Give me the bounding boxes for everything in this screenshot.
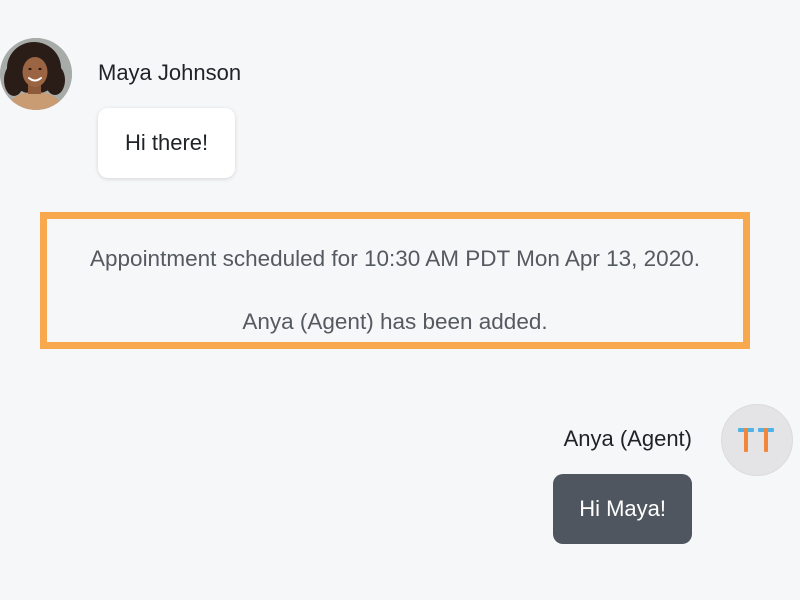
- user-photo-avatar-icon: [0, 38, 72, 110]
- message-bubble-incoming: Hi there!: [98, 108, 236, 178]
- agent-added-text: Anya (Agent) has been added.: [242, 309, 548, 334]
- message-text: Hi there!: [125, 130, 209, 155]
- avatar-maya: [0, 38, 72, 110]
- tt-logo-icon: [738, 428, 774, 452]
- sender-name-agent: Anya (Agent): [563, 426, 692, 451]
- message-text: Hi Maya!: [579, 496, 666, 521]
- avatar-agent: [721, 404, 793, 476]
- sender-name-maya: Maya Johnson: [98, 60, 242, 85]
- message-bubble-outgoing: Hi Maya!: [553, 474, 692, 544]
- system-notice: Appointment scheduled for 10:30 AM PDT M…: [40, 212, 750, 349]
- appointment-scheduled-text: Appointment scheduled for 10:30 AM PDT M…: [90, 246, 700, 271]
